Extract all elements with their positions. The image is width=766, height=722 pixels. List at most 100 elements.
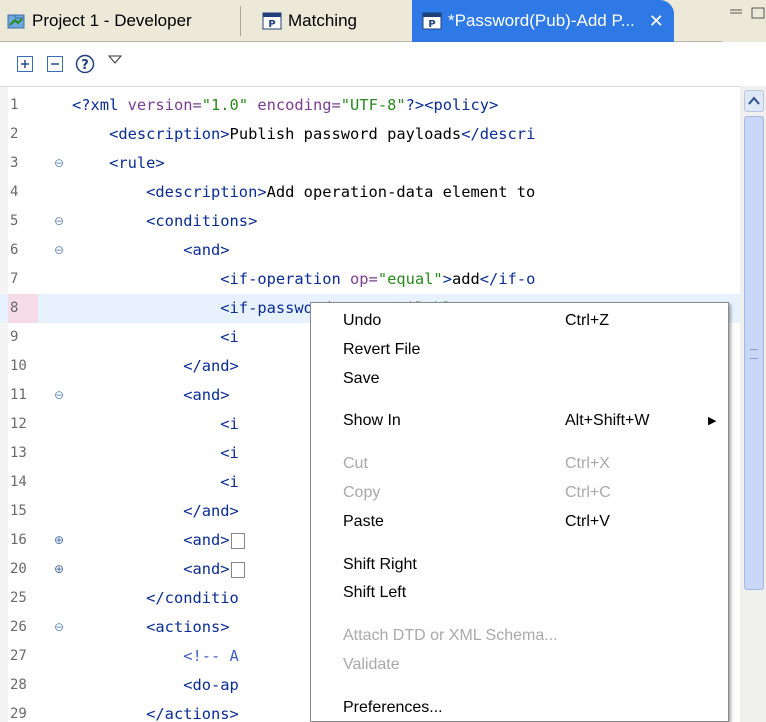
svg-text:?: ?	[81, 58, 89, 73]
menu-item-label: Validate	[343, 656, 400, 673]
code-text: <description>Publish password payloads</…	[109, 125, 536, 143]
line-number: 11	[10, 387, 27, 403]
menu-item-shortcut: Ctrl+Z	[565, 312, 609, 329]
minimize-icon[interactable]	[722, 0, 766, 42]
line-number: 25	[10, 590, 27, 606]
code-text: <and>	[72, 555, 245, 584]
line-number: 4	[10, 184, 19, 200]
vertical-scrollbar[interactable]	[740, 86, 766, 722]
menu-item-cut[interactable]: Cut Ctrl+X	[311, 450, 728, 478]
line-number: 20	[10, 561, 27, 577]
menu-item-label: Copy	[343, 484, 381, 501]
project-icon	[7, 14, 25, 29]
code-text: <if-operation op="equal">add</if-o	[220, 270, 536, 288]
policy-icon: P	[262, 12, 282, 30]
code-line[interactable]: 6 ⊖ <and>	[0, 236, 740, 265]
menu-item-shift-left[interactable]: Shift Left	[311, 579, 728, 607]
line-number: 14	[10, 474, 27, 490]
menu-item-label: Revert File	[343, 340, 421, 358]
code-line[interactable]: 5 ⊖ <conditions>	[0, 207, 740, 236]
window-controls	[722, 0, 766, 42]
help-icon[interactable]: ?	[74, 53, 96, 75]
scrollbar-thumb[interactable]	[744, 116, 764, 590]
line-number: 2	[10, 126, 19, 142]
code-text: <i	[220, 444, 239, 462]
code-text: <do-ap	[183, 676, 239, 694]
menu-separator	[315, 685, 724, 687]
code-line[interactable]: 7 <if-operation op="equal">add</if-o	[0, 265, 740, 294]
code-text: <conditions>	[146, 212, 258, 230]
expand-fold-icon[interactable]: ⊕	[54, 555, 64, 584]
menu-item-shift-right[interactable]: Shift Right	[311, 551, 728, 579]
line-number: 13	[10, 445, 27, 461]
menu-item-preferences[interactable]: Preferences...	[311, 694, 728, 722]
tab-label: *Password(Pub)-Add P...	[448, 11, 635, 30]
code-line[interactable]: 1 <?xml version="1.0" encoding="UTF-8"?><…	[0, 91, 740, 120]
submenu-arrow-icon: ▶	[708, 415, 717, 428]
code-text: </conditio	[146, 589, 239, 607]
menu-item-revert-file[interactable]: Revert File	[311, 336, 728, 364]
menu-item-attach-dtd-or-xml-schema[interactable]: Attach DTD or XML Schema...	[311, 622, 728, 650]
menu-item-undo[interactable]: Undo Ctrl+Z	[311, 307, 728, 335]
menu-item-validate[interactable]: Validate	[311, 651, 728, 679]
menu-item-copy[interactable]: Copy Ctrl+C	[311, 479, 728, 507]
line-number: 10	[10, 358, 27, 374]
menu-separator	[315, 399, 724, 401]
context-menu: Undo Ctrl+Z Revert File Save Show In Alt+Shif…	[310, 302, 729, 722]
line-number: 5	[10, 213, 19, 229]
collapse-fold-icon[interactable]: ⊖	[54, 149, 64, 178]
folded-region-marker[interactable]	[230, 561, 245, 578]
close-icon[interactable]: ✕	[649, 11, 664, 32]
expand-fold-icon[interactable]: ⊕	[54, 526, 64, 555]
code-text: </and>	[183, 357, 239, 375]
view-menu-icon[interactable]	[104, 49, 126, 71]
folded-region-marker[interactable]	[230, 532, 245, 549]
code-text: <!-- A	[183, 647, 239, 665]
collapse-fold-icon[interactable]: ⊖	[54, 236, 64, 265]
menu-item-label: Paste	[343, 512, 384, 530]
code-text: <and>	[72, 526, 245, 555]
line-number: 1	[10, 97, 19, 113]
collapse-fold-icon[interactable]: ⊖	[54, 207, 64, 236]
tab-matching[interactable]: P Matching	[262, 0, 357, 42]
menu-item-shortcut: Alt+Shift+W	[565, 412, 650, 430]
menu-item-paste[interactable]: Paste Ctrl+V	[311, 508, 728, 536]
menu-item-shortcut: Ctrl+C	[565, 484, 611, 501]
tab-project-developer[interactable]: Project 1 - Developer	[6, 0, 192, 42]
line-number: 12	[10, 416, 27, 432]
expand-all-icon[interactable]	[14, 53, 36, 75]
line-number: 7	[10, 271, 19, 287]
code-line[interactable]: 4 <description>Add operation-data elemen…	[0, 178, 740, 207]
menu-item-label: Attach DTD or XML Schema...	[343, 627, 558, 645]
code-text: <actions>	[146, 618, 230, 636]
menu-item-show-in[interactable]: Show In Alt+Shift+W ▶	[311, 407, 728, 435]
svg-text:P: P	[268, 19, 275, 30]
svg-text:P: P	[428, 19, 435, 30]
tab-label: Matching	[288, 11, 357, 30]
scroll-up-button[interactable]	[744, 90, 764, 112]
collapse-fold-icon[interactable]: ⊖	[54, 381, 64, 410]
menu-item-label: Show In	[343, 412, 401, 430]
tab-label: Project 1 - Developer	[32, 11, 192, 30]
code-text: <i	[220, 415, 239, 433]
collapse-fold-icon[interactable]: ⊖	[54, 613, 64, 642]
line-number: 26	[10, 619, 27, 635]
editor-tab-bar: Project 1 - Developer P Matching P *Pass…	[0, 0, 766, 42]
code-text: <and>	[183, 241, 230, 259]
menu-separator	[315, 442, 724, 444]
collapse-all-icon[interactable]	[44, 53, 66, 75]
code-text: <rule>	[109, 154, 165, 172]
menu-item-label: Cut	[343, 455, 368, 473]
line-number: 29	[10, 706, 27, 722]
code-text: <?xml version="1.0" encoding="UTF-8"?><p…	[72, 96, 499, 114]
line-number: 6	[10, 242, 19, 258]
menu-item-label: Shift Right	[343, 555, 417, 573]
menu-item-save[interactable]: Save	[311, 365, 728, 393]
line-number: 3	[10, 155, 19, 171]
tab-divider	[240, 6, 241, 36]
tab-password-pub[interactable]: P *Password(Pub)-Add P... ✕	[412, 0, 674, 42]
code-line[interactable]: 3 ⊖ <rule>	[0, 149, 740, 178]
code-line[interactable]: 2 <description>Publish password payloads…	[0, 120, 740, 149]
menu-item-shortcut: Ctrl+V	[565, 512, 610, 530]
code-text: <i	[220, 328, 239, 346]
